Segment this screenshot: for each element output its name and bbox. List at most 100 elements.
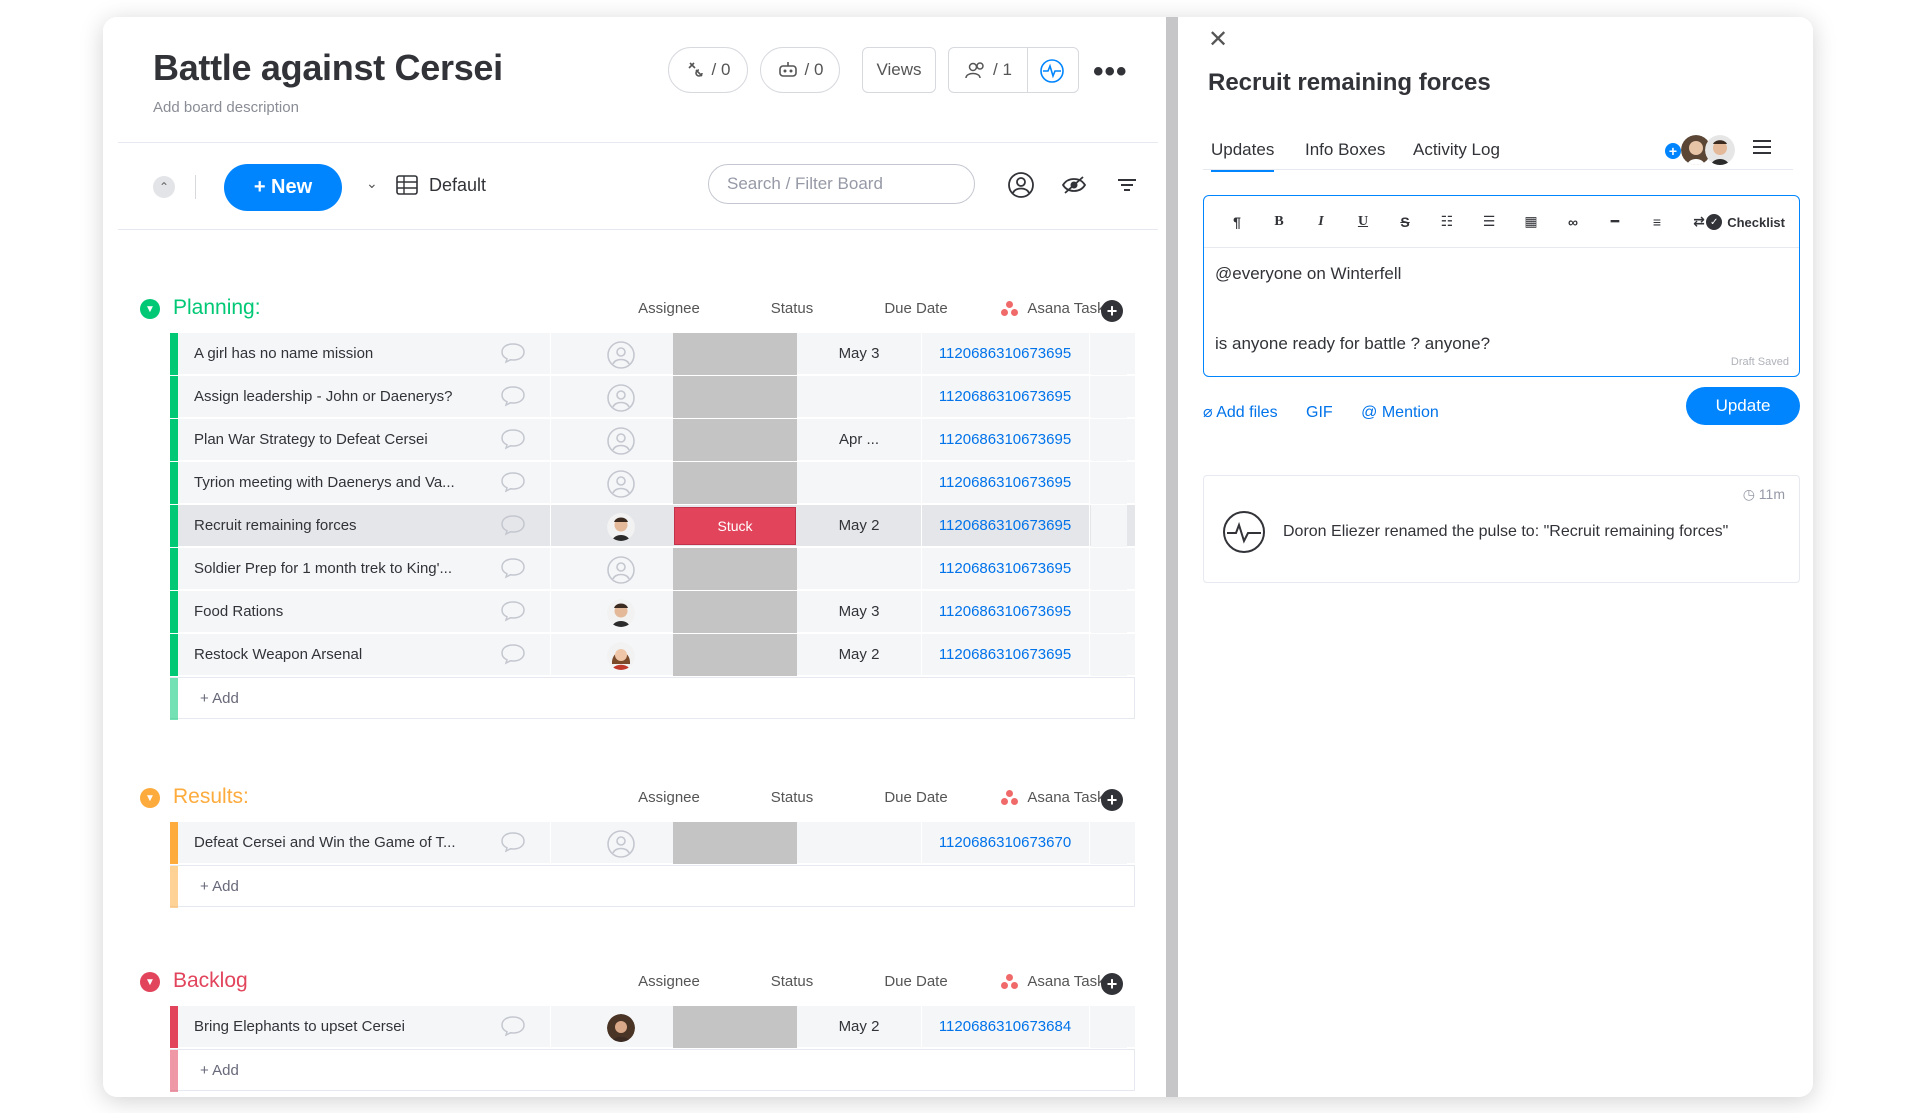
due-date-cell[interactable]: May 2 [797,1018,921,1035]
item-name[interactable]: Restock Weapon Arsenal [194,646,474,663]
column-header-status[interactable]: Status [730,973,854,990]
link-icon[interactable]: ∞ [1552,214,1594,230]
status-cell[interactable] [673,376,797,418]
column-header-status[interactable]: Status [730,789,854,806]
group-toggle-planning-icon[interactable]: ▼ [140,299,160,319]
empty-person-icon[interactable] [607,384,635,412]
integrations-button[interactable]: / 0 [668,47,748,93]
views-button[interactable]: Views [862,47,936,93]
italic-icon[interactable]: I [1300,214,1342,230]
assignee-avatar[interactable] [607,642,635,670]
chat-bubble-icon[interactable] [500,514,526,536]
item-name[interactable]: Soldier Prep for 1 month trek to King'..… [194,560,474,577]
strikethrough-icon[interactable]: S [1384,214,1426,230]
table-row[interactable]: Plan War Strategy to Defeat Cersei Apr ..… [170,419,1135,461]
gif-button[interactable]: GIF [1306,404,1333,421]
table-row[interactable]: Tyrion meeting with Daenerys and Va... 11… [170,462,1135,504]
asana-task-link[interactable]: 1120686310673695 [921,646,1089,663]
item-name[interactable]: Defeat Cersei and Win the Game of T... [194,834,474,851]
update-editor[interactable]: ¶ B I U S ☷ ☰ ▦ ∞ ━ ≡ ⇄ ✓ Checklist @ever… [1203,195,1800,377]
hide-eye-icon[interactable] [1060,171,1088,199]
update-button[interactable]: Update [1686,387,1800,425]
column-header-assignee[interactable]: Assignee [607,973,731,990]
item-name[interactable]: A girl has no name mission [194,345,474,362]
item-title[interactable]: Recruit remaining forces [1208,69,1491,97]
due-date-cell[interactable]: Apr ... [797,431,921,448]
chat-bubble-icon[interactable] [500,1015,526,1037]
empty-person-icon[interactable] [607,341,635,369]
group-toggle-backlog-icon[interactable]: ▼ [140,972,160,992]
asana-task-link[interactable]: 1120686310673695 [921,431,1089,448]
chevron-down-icon[interactable]: ⌄ [366,175,378,192]
column-header-status[interactable]: Status [730,300,854,317]
chat-bubble-icon[interactable] [500,342,526,364]
add-column-icon[interactable]: + [1101,973,1123,995]
table-row[interactable]: Soldier Prep for 1 month trek to King'..… [170,548,1135,590]
add-column-icon[interactable]: + [1101,300,1123,322]
paragraph-icon[interactable]: ¶ [1216,214,1258,230]
group-title-planning[interactable]: Planning: [173,296,261,320]
add-item-row[interactable]: + Add [170,1049,1135,1092]
status-cell[interactable]: Stuck [674,507,796,545]
members-button[interactable]: / 1 [948,47,1079,93]
add-subscriber-icon[interactable]: + [1665,143,1681,159]
assignee-avatar[interactable] [607,513,635,541]
column-header-due-date[interactable]: Due Date [854,789,978,806]
chat-bubble-icon[interactable] [500,557,526,579]
checklist-button[interactable]: ✓ Checklist [1706,214,1785,230]
search-input[interactable]: Search / Filter Board [708,164,975,204]
automations-button[interactable]: / 0 [760,47,840,93]
group-title-backlog[interactable]: Backlog [173,969,248,993]
tab-activity-log[interactable]: Activity Log [1413,140,1500,160]
column-header-assignee[interactable]: Assignee [607,300,731,317]
status-cell[interactable] [673,333,797,375]
table-row[interactable]: Food Rations May 3 1120686310673695 [170,591,1135,633]
item-name[interactable]: Plan War Strategy to Defeat Cersei [194,431,474,448]
column-header-due-date[interactable]: Due Date [854,300,978,317]
empty-person-icon[interactable] [607,556,635,584]
chat-bubble-icon[interactable] [500,831,526,853]
bullet-list-icon[interactable]: ☰ [1468,213,1510,230]
more-options-icon[interactable]: ••• [1093,55,1128,89]
column-header-assignee[interactable]: Assignee [607,789,731,806]
empty-person-icon[interactable] [607,830,635,858]
asana-task-link[interactable]: 1120686310673695 [921,517,1089,534]
asana-task-link[interactable]: 1120686310673695 [921,560,1089,577]
asana-task-link[interactable]: 1120686310673695 [921,345,1089,362]
due-date-cell[interactable]: May 3 [797,345,921,362]
due-date-cell[interactable]: May 2 [797,646,921,663]
table-row[interactable]: A girl has no name mission May 3 112068631… [170,333,1135,375]
add-files-button[interactable]: ⌀ Add files [1203,404,1278,421]
bold-icon[interactable]: B [1258,214,1300,230]
asana-task-link[interactable]: 1120686310673684 [921,1018,1089,1035]
add-column-icon[interactable]: + [1101,789,1123,811]
status-cell[interactable] [673,419,797,461]
empty-person-icon[interactable] [607,470,635,498]
status-cell[interactable] [673,1006,797,1048]
chat-bubble-icon[interactable] [500,600,526,622]
table-row[interactable]: Recruit remaining forces Stuck May 2 112068… [170,505,1135,547]
board-description[interactable]: Add board description [153,99,299,116]
table-row[interactable]: Assign leadership - John or Daenerys? 112… [170,376,1135,418]
board-title[interactable]: Battle against Cersei [153,47,503,89]
chat-bubble-icon[interactable] [500,643,526,665]
chat-bubble-icon[interactable] [500,385,526,407]
subscriber-avatar[interactable] [1705,135,1735,165]
numbered-list-icon[interactable]: ☷ [1426,213,1468,230]
status-cell[interactable] [673,462,797,504]
tab-info-boxes[interactable]: Info Boxes [1305,140,1385,160]
item-name[interactable]: Assign leadership - John or Daenerys? [194,388,474,405]
view-name[interactable]: Default [429,175,486,196]
chat-bubble-icon[interactable] [500,471,526,493]
table-row[interactable]: Bring Elephants to upset Cersei May 2 1120… [170,1006,1135,1048]
divider-icon[interactable]: ━ [1594,213,1636,230]
asana-task-link[interactable]: 1120686310673695 [921,474,1089,491]
chat-bubble-icon[interactable] [500,428,526,450]
status-cell[interactable] [673,634,797,676]
new-item-button[interactable]: + New [224,164,342,211]
empty-person-icon[interactable] [607,427,635,455]
due-date-cell[interactable]: May 3 [797,603,921,620]
add-item-row[interactable]: + Add [170,865,1135,908]
item-name[interactable]: Tyrion meeting with Daenerys and Va... [194,474,474,491]
activity-pulse-icon[interactable] [1039,58,1065,84]
